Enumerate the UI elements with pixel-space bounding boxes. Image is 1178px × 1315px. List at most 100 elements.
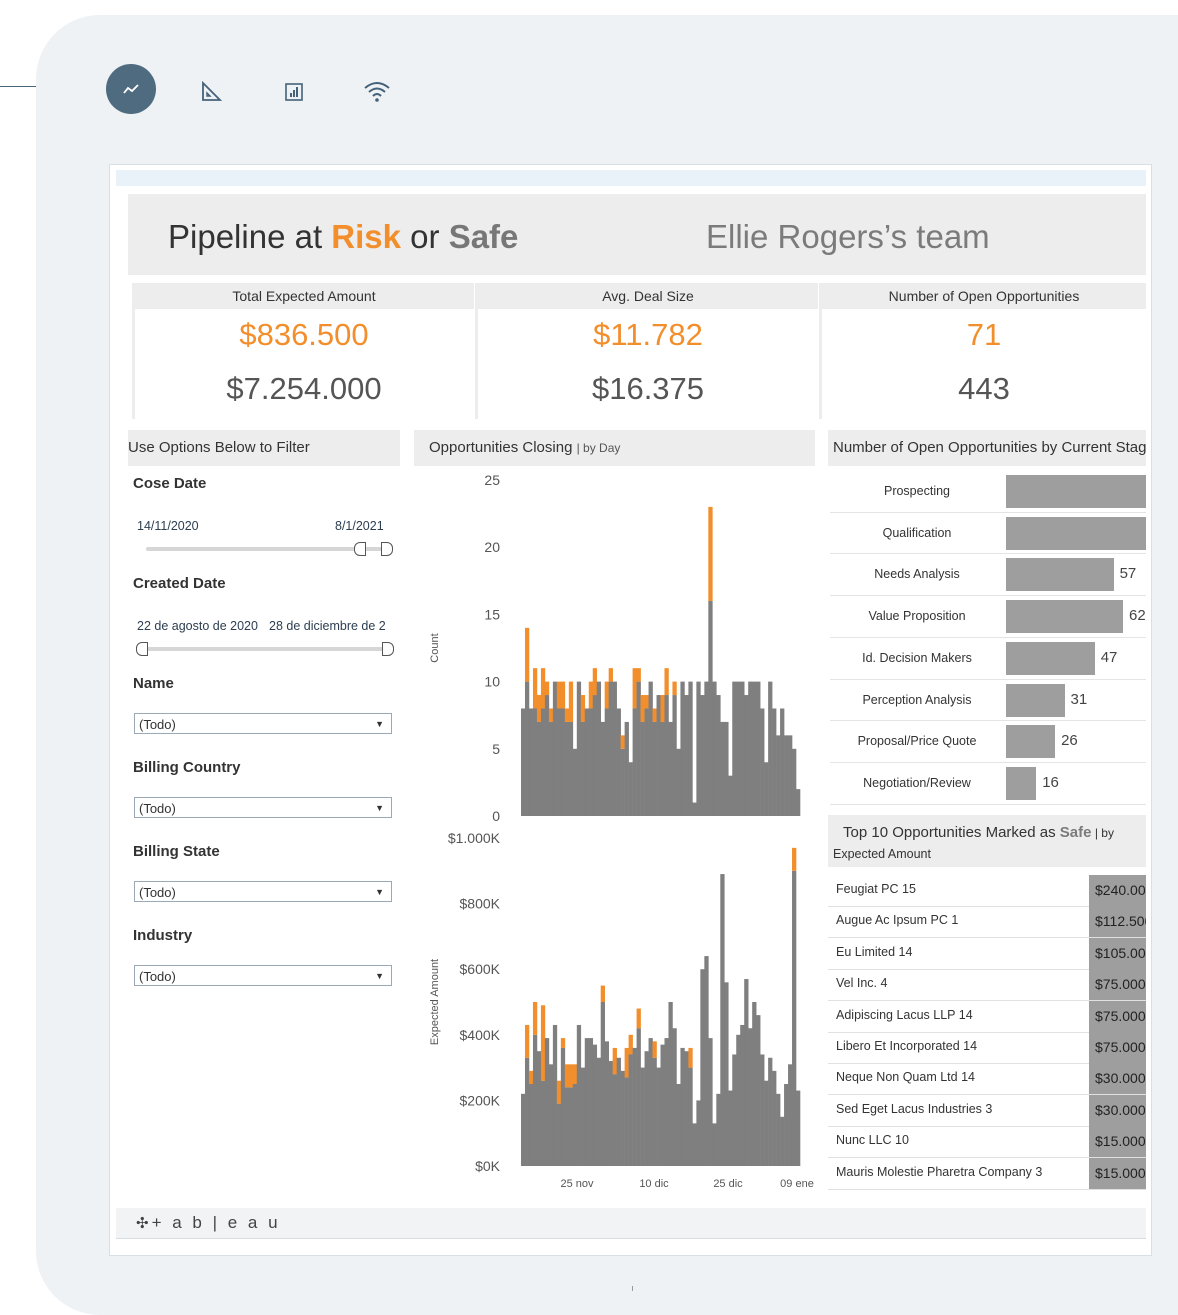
amount-safe-bar — [540, 1080, 546, 1166]
kpi-label: Total Expected Amount — [134, 283, 474, 309]
count-safe-bar — [596, 681, 602, 816]
table-row[interactable]: Mauris Molestie Pharetra Company 3 $15.00… — [828, 1157, 1146, 1190]
billing-country-dropdown[interactable]: (Todo) ▼ — [134, 797, 392, 818]
count-safe-bar — [644, 708, 649, 816]
name-filter-dropdown[interactable]: (Todo) ▼ — [134, 713, 392, 734]
stage-bar[interactable] — [1006, 683, 1065, 717]
close-date-start: 14/11/2020 — [137, 519, 199, 533]
kpi-label: Avg. Deal Size — [478, 283, 818, 309]
amount-safe-bar — [776, 1093, 781, 1166]
table-row[interactable]: Feugiat PC 15 $240.000 — [828, 875, 1146, 907]
count-safe-bar — [521, 708, 526, 816]
opportunity-name: Neque Non Quam Ltd 14 — [836, 1070, 975, 1085]
amount-safe-bar — [552, 1024, 558, 1166]
kpi-total-value: $16.375 — [591, 371, 705, 406]
kpi-divider — [132, 283, 135, 419]
count-safe-bar — [580, 721, 586, 816]
opportunity-name: Vel Inc. 4 — [836, 976, 888, 991]
stage-value-label: 31 — [1070, 690, 1088, 708]
stage-bar[interactable] — [1006, 558, 1114, 592]
close-date-start-handle[interactable] — [354, 542, 366, 556]
stage-label: Perception Analysis — [862, 692, 972, 707]
billing-state-dropdown[interactable]: (Todo) ▼ — [134, 881, 392, 902]
count-safe-bar — [720, 721, 725, 816]
expected-amount-cell: $75.000 — [1089, 969, 1146, 1001]
count-y-tick: 0 — [492, 808, 500, 824]
expected-amount-cell: $112.500 — [1089, 906, 1146, 938]
nav-line-chart-button[interactable] — [106, 64, 156, 114]
stage-bar[interactable] — [1006, 725, 1056, 759]
kpi-total-value: $7.254.000 — [226, 371, 382, 406]
amount-y-tick: $200K — [460, 1092, 501, 1108]
nav-bar-report-button[interactable] — [280, 78, 308, 106]
top10-heading-safe: Safe — [1059, 824, 1092, 841]
date-tick: 25 nov — [560, 1178, 594, 1190]
closing-heading-sub: | by Day — [576, 441, 621, 455]
industry-dropdown[interactable]: (Todo) ▼ — [134, 965, 392, 986]
amount-safe-bar — [640, 1067, 645, 1166]
amount-safe-bar — [668, 1002, 673, 1166]
top10-heading-line2: Expected Amount — [833, 847, 931, 861]
count-risk-bar — [568, 681, 574, 722]
amount-y-tick: $400K — [460, 1027, 501, 1043]
count-safe-bar — [780, 708, 785, 816]
opportunity-name: Mauris Molestie Pharetra Company 3 — [836, 1164, 1043, 1179]
amount-safe-bar — [704, 956, 709, 1166]
stage-bar[interactable] — [1006, 766, 1037, 800]
amount-safe-bar — [532, 1034, 538, 1166]
chevron-down-icon: ▼ — [375, 887, 384, 897]
nav-wifi-button[interactable] — [360, 78, 394, 106]
amount-safe-bar — [700, 969, 705, 1166]
opportunity-name: Eu Limited 14 — [836, 944, 913, 959]
table-row[interactable]: Nunc LLC 10 $15.000 — [828, 1126, 1146, 1159]
amount-safe-bar — [596, 1057, 602, 1166]
amount-safe-bar — [684, 1051, 689, 1166]
expected-amount-cell: $15.000 — [1089, 1157, 1146, 1189]
table-row[interactable]: Vel Inc. 4 $75.000 — [828, 969, 1146, 1002]
table-row[interactable]: Adipiscing Lacus LLP 14 $75.000 — [828, 1000, 1146, 1033]
count-safe-bar — [760, 708, 765, 816]
count-safe-bar — [792, 748, 797, 816]
count-safe-bar — [528, 708, 534, 816]
stage-label: Value Proposition — [868, 609, 966, 624]
opportunities-closing-chart[interactable]: 0 5 10 15 20 25 Count $0K $200K $400K $600K $800K $1… — [414, 466, 816, 1201]
amount-safe-bar — [772, 1070, 777, 1166]
created-date-slider-track[interactable] — [142, 647, 388, 651]
kpi-risk-value: 71 — [966, 317, 1002, 352]
close-date-end-handle[interactable] — [381, 542, 393, 556]
amount-y-tick: $1.000K — [448, 830, 501, 846]
nav-set-square-button[interactable] — [196, 79, 226, 105]
created-date-end-handle[interactable] — [382, 642, 394, 656]
count-risk-bar — [664, 668, 669, 696]
table-row[interactable]: Sed Eget Lacus Industries 3 $30.000 — [828, 1094, 1146, 1127]
table-row[interactable]: Neque Non Quam Ltd 14 $30.000 — [828, 1063, 1146, 1096]
table-row[interactable]: Libero Et Incorporated 14 $75.000 — [828, 1032, 1146, 1064]
count-safe-bar — [636, 681, 641, 816]
amount-safe-bar — [608, 1061, 613, 1166]
stage-bar[interactable] — [1006, 600, 1124, 634]
expected-amount-cell: $30.000 — [1089, 1094, 1146, 1126]
amount-safe-bar — [760, 1054, 765, 1166]
billing-state-label: Billing State — [133, 843, 220, 860]
dropdown-value: (Todo) — [139, 885, 176, 900]
close-date-slider-track[interactable] — [146, 547, 386, 551]
toolbar-band — [116, 170, 1146, 186]
stage-bar[interactable] — [1006, 475, 1146, 508]
chevron-down-icon: ▼ — [375, 803, 384, 813]
count-safe-bar — [752, 681, 757, 816]
bar-report-icon — [285, 83, 303, 101]
count-safe-bar — [588, 708, 594, 816]
count-risk-bar — [632, 668, 637, 709]
stage-bar[interactable] — [1006, 516, 1146, 550]
set-square-icon — [202, 81, 222, 101]
count-risk-bar — [608, 668, 613, 682]
table-row[interactable]: Augue Ac Ipsum PC 1 $112.500 — [828, 906, 1146, 939]
stage-bar[interactable] — [1006, 641, 1095, 675]
tableau-logo[interactable]: ✣+ a b | e a u — [136, 1213, 281, 1233]
amount-safe-bar — [528, 1084, 534, 1166]
created-date-start-handle[interactable] — [136, 642, 148, 656]
amount-safe-bar — [756, 1015, 761, 1166]
stage-value-label: 16 — [1042, 773, 1059, 791]
kpi-total-expected-amount: Total Expected Amount $836.500 $7.254.00… — [134, 283, 474, 419]
table-row[interactable]: Eu Limited 14 $105.000 — [828, 937, 1146, 970]
